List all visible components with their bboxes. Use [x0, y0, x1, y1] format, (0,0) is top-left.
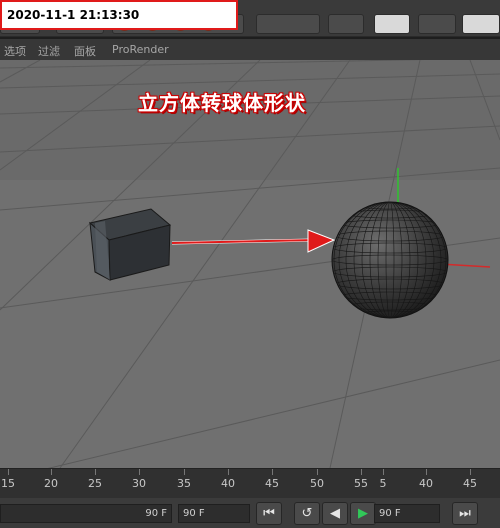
menu-item-panel[interactable]: 面板: [74, 43, 96, 59]
ruler-tick-label: 45: [463, 477, 477, 490]
timeline-ruler[interactable]: 15 20 25 30 35 40 45 50 55 5 40 45: [0, 468, 500, 499]
ruler-tick: [272, 469, 273, 475]
ruler-tick: [8, 469, 9, 475]
ruler-tick: [95, 469, 96, 475]
ruler-tick-label: 50: [310, 477, 324, 490]
ruler-tick-label: 40: [221, 477, 235, 490]
ruler-tick: [228, 469, 229, 475]
ruler-tick: [184, 469, 185, 475]
ruler-tick: [361, 469, 362, 475]
ruler-tick: [383, 469, 384, 475]
ruler-tick: [426, 469, 427, 475]
skip-to-end-icon[interactable]: ⏭: [452, 502, 478, 525]
toolbar-button[interactable]: [462, 14, 500, 34]
ruler-tick-label: 35: [177, 477, 191, 490]
ruler-tick-label: 30: [132, 477, 146, 490]
toolbar-button[interactable]: [418, 14, 456, 34]
sphere-object: [331, 201, 449, 319]
ruler-tick-label: 40: [419, 477, 433, 490]
skip-to-start-icon[interactable]: ⏮: [256, 502, 282, 525]
ruler-tick-label: 45: [265, 477, 279, 490]
c4d-window: 2020-11-1 21:13:30 选项 过滤 面板 ProRender 立方…: [0, 0, 500, 528]
menu-item-options[interactable]: 选项: [4, 43, 26, 59]
ruler-tick-label: 25: [88, 477, 102, 490]
play-reverse-icon[interactable]: ◀: [322, 502, 348, 525]
ruler-tick-label: 15: [1, 477, 15, 490]
perspective-viewport[interactable]: [0, 60, 500, 468]
toolbar-button[interactable]: [328, 14, 364, 34]
viewport-menu-bar: 选项 过滤 面板 ProRender: [0, 39, 500, 60]
range-frame-field[interactable]: 90 F: [374, 504, 440, 523]
ruler-tick: [139, 469, 140, 475]
transport-bar: 90 F 90 F ⏮ ↺ ◀ ▶ 90 F ⏭: [0, 498, 500, 528]
annotation-caption: 立方体转球体形状: [138, 91, 306, 115]
ruler-tick: [470, 469, 471, 475]
ruler-tick-label: 5: [379, 477, 387, 490]
toolbar-button[interactable]: [374, 14, 410, 34]
toolbar-button[interactable]: [256, 14, 320, 34]
play-icon[interactable]: ▶: [350, 502, 376, 525]
viewport-scene: [0, 60, 500, 468]
ruler-tick-label: 55: [354, 477, 368, 490]
timestamp-overlay: 2020-11-1 21:13:30: [0, 0, 238, 30]
menu-item-filter[interactable]: 过滤: [38, 43, 60, 59]
step-back-icon[interactable]: ↺: [294, 502, 320, 525]
ruler-tick: [51, 469, 52, 475]
start-frame-field[interactable]: 90 F: [0, 504, 172, 523]
end-frame-field[interactable]: 90 F: [178, 504, 250, 523]
ruler-tick: [317, 469, 318, 475]
menu-item-prorender[interactable]: ProRender: [112, 43, 169, 56]
ruler-tick-label: 20: [44, 477, 58, 490]
